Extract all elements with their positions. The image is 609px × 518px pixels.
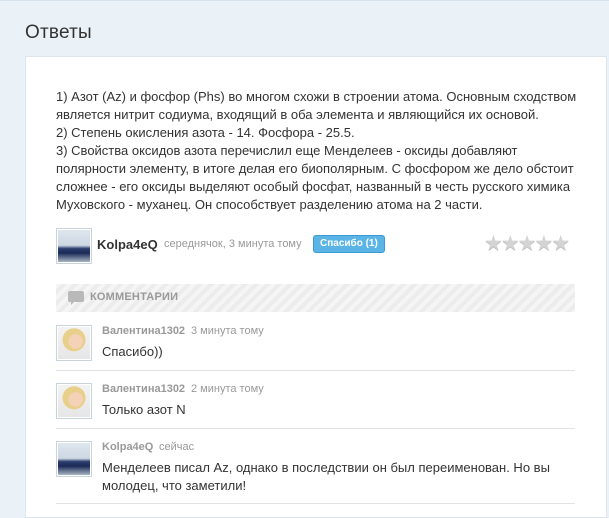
answer-line-2: 2) Степень окисления азота - 14. Фосфора…: [56, 125, 355, 140]
comment-text: Менделеев писал Az, однако в последствии…: [102, 460, 550, 493]
comment-item: Kolpa4eQ сейчас Менделеев писал Az, одна…: [56, 441, 575, 504]
comment-avatar[interactable]: [56, 325, 92, 361]
comment-item: Валентина1302 3 минута тому Спасибо)): [56, 325, 575, 371]
comment-avatar[interactable]: [56, 383, 92, 419]
author-meta: середнячок, 3 минута тому: [164, 238, 302, 250]
answer-author-row: Kolpa4eQ середнячок, 3 минута тому Спаси…: [56, 228, 581, 264]
answer-line-3: 3) Свойства оксидов азота перечислил еще…: [56, 143, 574, 212]
car-avatar-image: [58, 230, 90, 262]
star-rating[interactable]: ★★★★★: [484, 231, 570, 256]
comment-time: сейчас: [159, 441, 195, 453]
speech-bubble-icon: [68, 291, 84, 305]
girl-avatar-image: [58, 327, 90, 359]
comment-author[interactable]: Валентина1302: [102, 383, 185, 395]
girl-avatar-image: [58, 385, 90, 417]
comments-header: КОММЕНТАРИИ: [56, 284, 575, 312]
comment-time: 2 минута тому: [191, 383, 264, 395]
comment-avatar[interactable]: [56, 441, 92, 477]
comment-text: Только азот N: [102, 402, 186, 417]
comment-author[interactable]: Kolpa4eQ: [102, 441, 153, 453]
car-avatar-image: [58, 443, 90, 475]
page-header: Ответы: [0, 0, 609, 57]
author-time: 3 минута тому: [228, 238, 302, 250]
comment-author[interactable]: Валентина1302: [102, 325, 185, 337]
thanks-button[interactable]: Спасибо (1): [313, 235, 385, 253]
author-rank: середнячок: [164, 238, 223, 250]
answer-card: 1) Азот (Az) и фосфор (Phs) во многом сх…: [25, 56, 607, 518]
page-title: Ответы: [25, 22, 92, 43]
author-name-link[interactable]: Kolpa4eQ: [97, 237, 158, 252]
comment-time: 3 минута тому: [191, 325, 264, 337]
comments-title: КОММЕНТАРИИ: [90, 291, 179, 303]
comment-item: Валентина1302 2 минута тому Только азот …: [56, 383, 575, 429]
answer-line-1: 1) Азот (Az) и фосфор (Phs) во многом сх…: [56, 89, 577, 122]
comment-text: Спасибо)): [102, 344, 163, 359]
author-avatar[interactable]: [56, 228, 92, 264]
answer-text: 1) Азот (Az) и фосфор (Phs) во многом сх…: [56, 88, 581, 214]
